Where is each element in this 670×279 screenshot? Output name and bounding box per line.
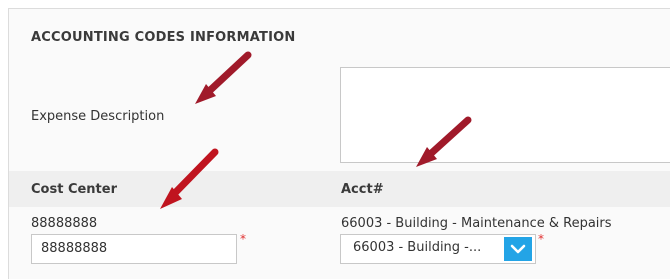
annotation-arrows [160,51,472,209]
arrow-icon [416,116,472,167]
arrow-icon [195,51,252,104]
arrow-icon [160,148,219,209]
